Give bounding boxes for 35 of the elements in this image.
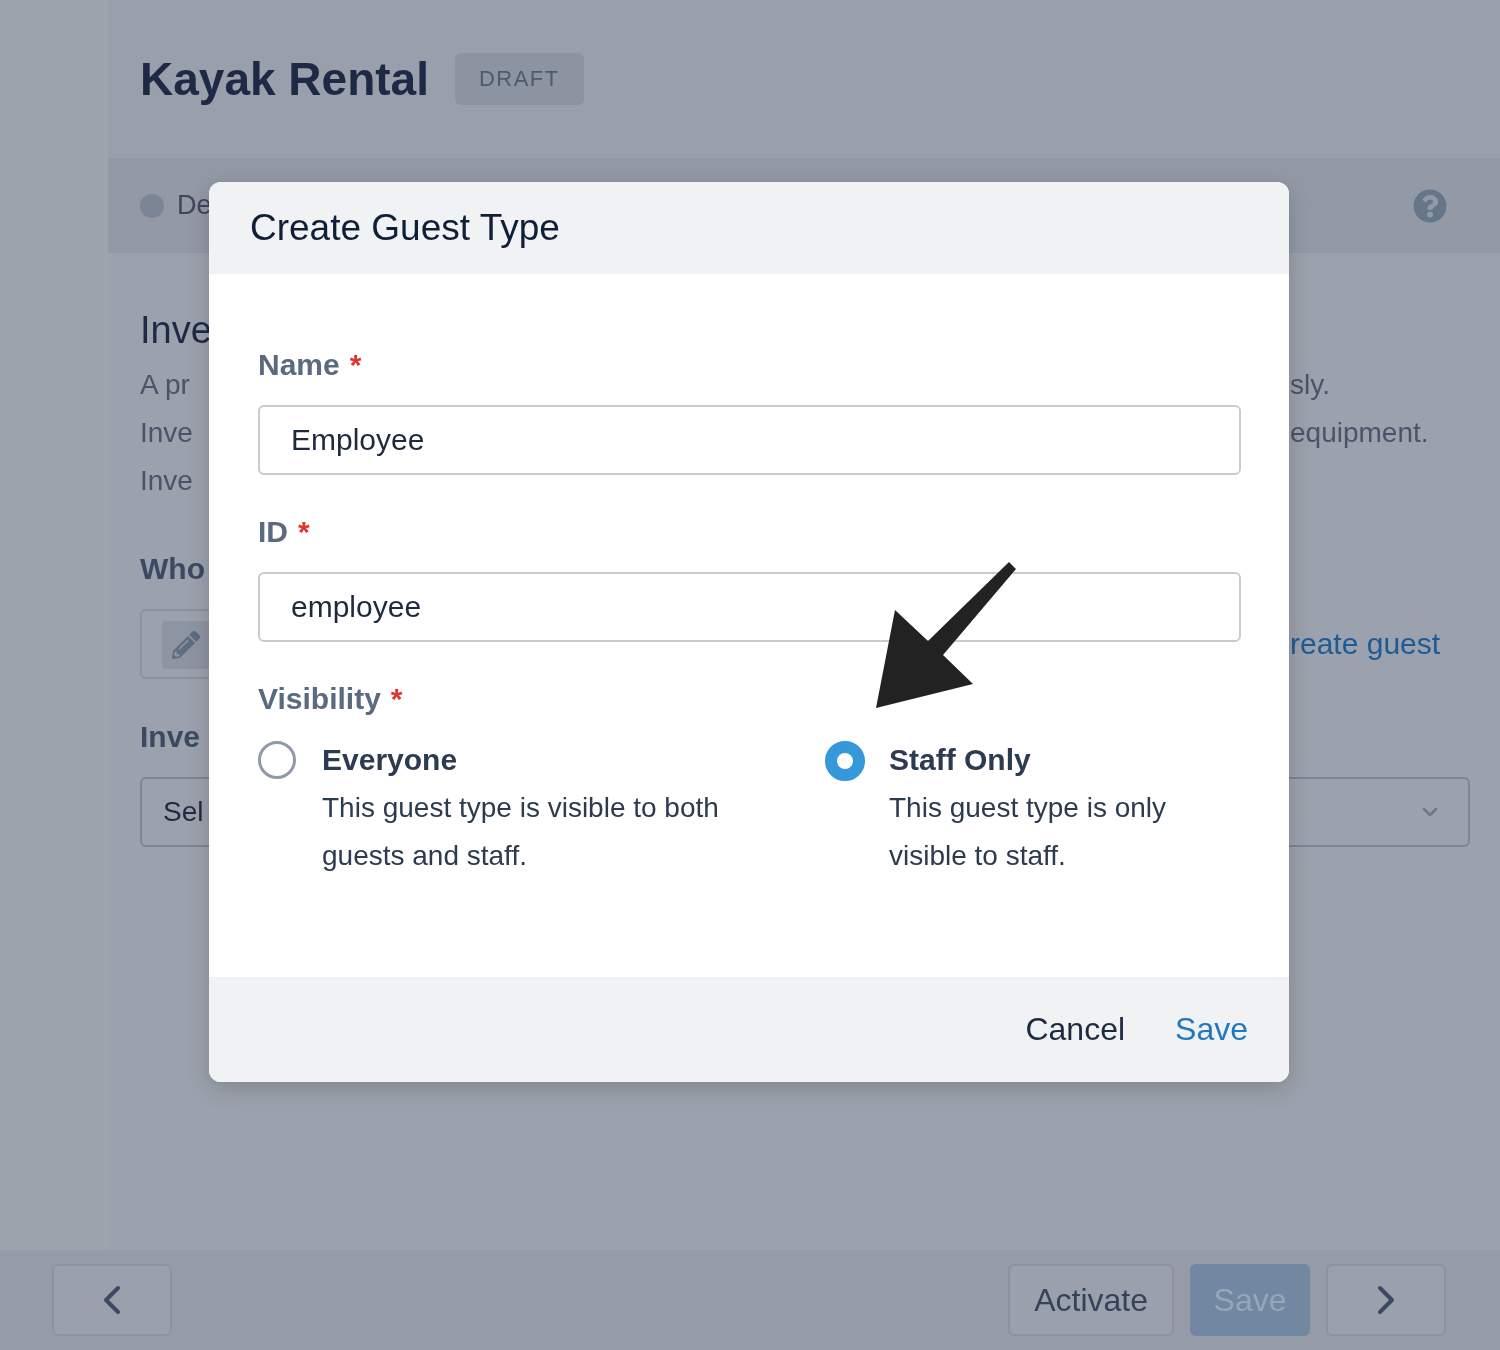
description-text: A pr (140, 368, 190, 402)
step-label[interactable]: De (177, 190, 212, 221)
description-text: equipment. (1290, 416, 1429, 450)
text-field[interactable]: Employee (258, 405, 1241, 475)
chevron-right-icon (1377, 1285, 1395, 1315)
pencil-icon (162, 621, 210, 669)
field-label: Inve (140, 719, 201, 755)
option-title: Staff Only (889, 742, 1031, 778)
create-guest-link[interactable]: reate guest (1290, 627, 1441, 661)
help-icon[interactable] (1413, 188, 1447, 223)
forward-button[interactable] (1326, 1264, 1446, 1336)
description-text: sly. (1290, 368, 1330, 402)
save-button[interactable]: Save (1165, 1003, 1258, 1056)
cancel-button[interactable]: Cancel (1015, 1003, 1136, 1056)
option-description: This guest type is visible to both guests and staff. (322, 791, 720, 873)
section-heading: Inve (140, 308, 212, 353)
field-label: Visibility * (258, 682, 403, 716)
arrow-icon (876, 562, 1016, 708)
field-label: ID * (258, 515, 310, 549)
page-title: Kayak Rental (140, 53, 429, 105)
field-label: Who (140, 551, 205, 587)
activate-button[interactable]: Activate (1008, 1264, 1174, 1336)
chevron-left-icon (103, 1285, 121, 1315)
field-label: Name * (258, 348, 362, 382)
option-title: Everyone (322, 742, 458, 778)
radio-button[interactable] (825, 741, 865, 781)
dialog-title: Create Guest Type (250, 207, 560, 249)
back-button[interactable] (52, 1264, 172, 1336)
text-field[interactable]: employee (258, 572, 1241, 642)
status-badge: DRAFT (454, 53, 584, 105)
chevron-down-icon (1422, 807, 1438, 817)
description-text: Inve (140, 416, 193, 450)
option-description: This guest type is only visible to staff. (889, 791, 1168, 873)
description-text: Inve (140, 464, 193, 498)
radio-button[interactable] (258, 741, 296, 779)
